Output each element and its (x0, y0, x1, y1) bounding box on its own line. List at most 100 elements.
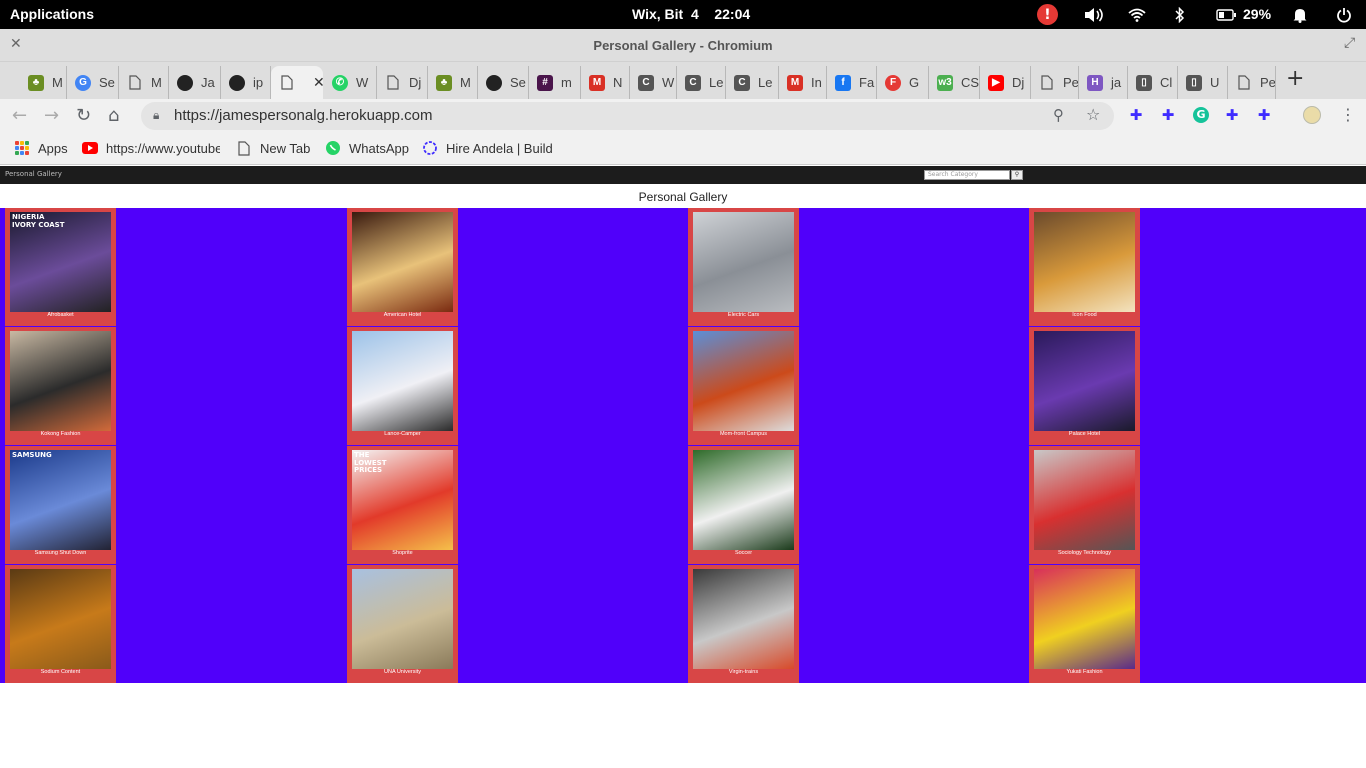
bookmark-new-tab[interactable]: New Tab (236, 140, 310, 156)
gallery-card[interactable]: Mom-front Campus (688, 327, 799, 445)
gallery-image[interactable] (1034, 450, 1135, 550)
gallery-grid: NIGERIA IVORY COAST Afrobasket American Ho… (0, 208, 1366, 683)
browser-tab[interactable]: G Se (67, 66, 119, 99)
tab-label: Se (99, 75, 115, 90)
lock-icon[interactable]: 🔒︎ (153, 108, 159, 123)
browser-tab[interactable]: CW (630, 66, 677, 99)
gallery-image[interactable]: NIGERIA IVORY COAST (10, 212, 111, 312)
gallery-card[interactable]: Sociology Technology (1029, 446, 1140, 564)
profile-avatar[interactable] (1303, 106, 1321, 124)
bookmark-andela[interactable]: Hire Andela | Build (422, 140, 558, 156)
gallery-card[interactable]: Sodium Content (5, 565, 116, 683)
volume-icon[interactable] (1082, 4, 1104, 25)
bell-icon[interactable] (1291, 4, 1309, 25)
wifi-icon[interactable] (1127, 4, 1147, 25)
gallery-image[interactable] (1034, 569, 1135, 669)
browser-tab[interactable]: w3 CS (929, 66, 980, 99)
bookmark-whatsapp[interactable]: WhatsApp (325, 140, 409, 156)
applications-menu[interactable]: Applications (10, 6, 94, 22)
browser-tab[interactable]: FG (877, 66, 929, 99)
browser-tab[interactable]: ♣ M (428, 66, 478, 99)
gallery-card[interactable]: Virgin-trains (688, 565, 799, 683)
gallery-card[interactable]: UNA University (347, 565, 458, 683)
gallery-card[interactable]: Yukati Fashion (1029, 565, 1140, 683)
tab-close-icon[interactable]: ✕ (313, 74, 323, 91)
browser-tab[interactable]: C Le (677, 66, 726, 99)
gallery-image[interactable] (352, 331, 453, 431)
new-tab-button[interactable]: + (1286, 66, 1304, 91)
extension-puzzle-icon[interactable]: ✚ (1128, 107, 1144, 123)
tab-active[interactable]: ✕ (271, 66, 323, 99)
gallery-card[interactable]: Soccer (688, 446, 799, 564)
browser-tab[interactable]: ▶ Dj (980, 66, 1031, 99)
search-category-input[interactable]: Search Category (924, 170, 1010, 180)
browser-tab[interactable]: Se (478, 66, 529, 99)
gallery-image[interactable] (693, 450, 794, 550)
gallery-card[interactable]: Palace Hotel (1029, 327, 1140, 445)
power-icon[interactable] (1335, 4, 1353, 25)
alert-icon[interactable]: ! (1037, 4, 1058, 25)
gallery-image[interactable] (1034, 331, 1135, 431)
gallery-image[interactable] (10, 331, 111, 431)
gallery-image[interactable] (693, 569, 794, 669)
gallery-card[interactable]: Electric Cars (688, 208, 799, 326)
back-arrow-icon[interactable]: ← (12, 105, 27, 126)
browser-tab[interactable]: f Fa (827, 66, 877, 99)
gallery-card[interactable]: Icon Food (1029, 208, 1140, 326)
gallery-image[interactable] (1034, 212, 1135, 312)
browser-tab[interactable]: ▯ Cl (1128, 66, 1178, 99)
gallery-card[interactable]: Lance-Camper (347, 327, 458, 445)
browser-tab[interactable]: MN (581, 66, 630, 99)
site-brand[interactable]: Personal Gallery (5, 170, 62, 178)
url-text[interactable]: https://jamespersonalg.herokuapp.com (174, 107, 432, 124)
gallery-card[interactable]: NIGERIA IVORY COAST Afrobasket (5, 208, 116, 326)
gallery-card[interactable]: SAMSUNG Samsung Shut Down (5, 446, 116, 564)
gallery-image[interactable] (352, 569, 453, 669)
extension-puzzle-icon[interactable]: ✚ (1160, 107, 1176, 123)
gallery-image[interactable]: THE LOWEST PRICES (352, 450, 453, 550)
tab-label: M (151, 75, 162, 90)
browser-tab[interactable]: C Le (726, 66, 779, 99)
tab-label: N (613, 75, 623, 90)
extension-puzzle-icon[interactable]: ✚ (1256, 107, 1272, 123)
forward-arrow-icon[interactable]: → (44, 105, 59, 126)
browser-tab[interactable]: ♣ M (20, 66, 67, 99)
browser-tab[interactable]: Dj (377, 66, 428, 99)
grammarly-icon[interactable]: G (1193, 107, 1209, 123)
reload-icon[interactable]: ↻ (76, 105, 91, 126)
bookmark-youtube[interactable]: https://www.youtube (82, 140, 220, 156)
browser-tab[interactable]: M (119, 66, 169, 99)
browser-tab[interactable]: # m (529, 66, 581, 99)
tab-label: W (356, 75, 369, 90)
page-icon (1236, 75, 1252, 91)
battery-icon[interactable] (1215, 4, 1237, 25)
browser-tab[interactable]: Pe (1031, 66, 1079, 99)
browser-tab[interactable]: ip (221, 66, 271, 99)
browser-tab[interactable]: ▯ U (1178, 66, 1228, 99)
browser-tab[interactable]: Hja (1079, 66, 1128, 99)
gallery-image[interactable]: SAMSUNG (10, 450, 111, 550)
extension-puzzle-icon[interactable]: ✚ (1224, 107, 1240, 123)
browser-tab[interactable]: Pe (1228, 66, 1276, 99)
clock[interactable]: Wix, Bit 4 22:04 (632, 6, 750, 22)
system-top-bar: Applications Wix, Bit 4 22:04 ! 29% (0, 0, 1366, 29)
gallery-image[interactable] (10, 569, 111, 669)
gallery-image[interactable] (693, 331, 794, 431)
search-button[interactable]: ⚲ (1011, 170, 1023, 180)
gallery-image[interactable] (693, 212, 794, 312)
zoom-icon[interactable]: ⚲ (1053, 106, 1064, 124)
gallery-card[interactable]: Kokong Fashion (5, 327, 116, 445)
more-menu-icon[interactable]: ⋮ (1340, 105, 1356, 124)
browser-tab[interactable]: M In (779, 66, 827, 99)
bookmark-star-icon[interactable]: ☆ (1086, 105, 1100, 124)
browser-tab[interactable]: ✆ W (324, 66, 377, 99)
gallery-card[interactable]: THE LOWEST PRICES Shoprite (347, 446, 458, 564)
address-bar[interactable]: 🔒︎ https://jamespersonalg.herokuapp.com … (141, 102, 1114, 130)
home-icon[interactable]: ⌂ (108, 105, 119, 126)
window-maximize-icon[interactable]: ⤢ (1344, 35, 1355, 51)
bluetooth-icon[interactable] (1172, 4, 1188, 25)
bookmark-apps[interactable]: Apps (14, 140, 68, 156)
gallery-image[interactable] (352, 212, 453, 312)
browser-tab[interactable]: Ja (169, 66, 221, 99)
gallery-card[interactable]: American Hotel (347, 208, 458, 326)
